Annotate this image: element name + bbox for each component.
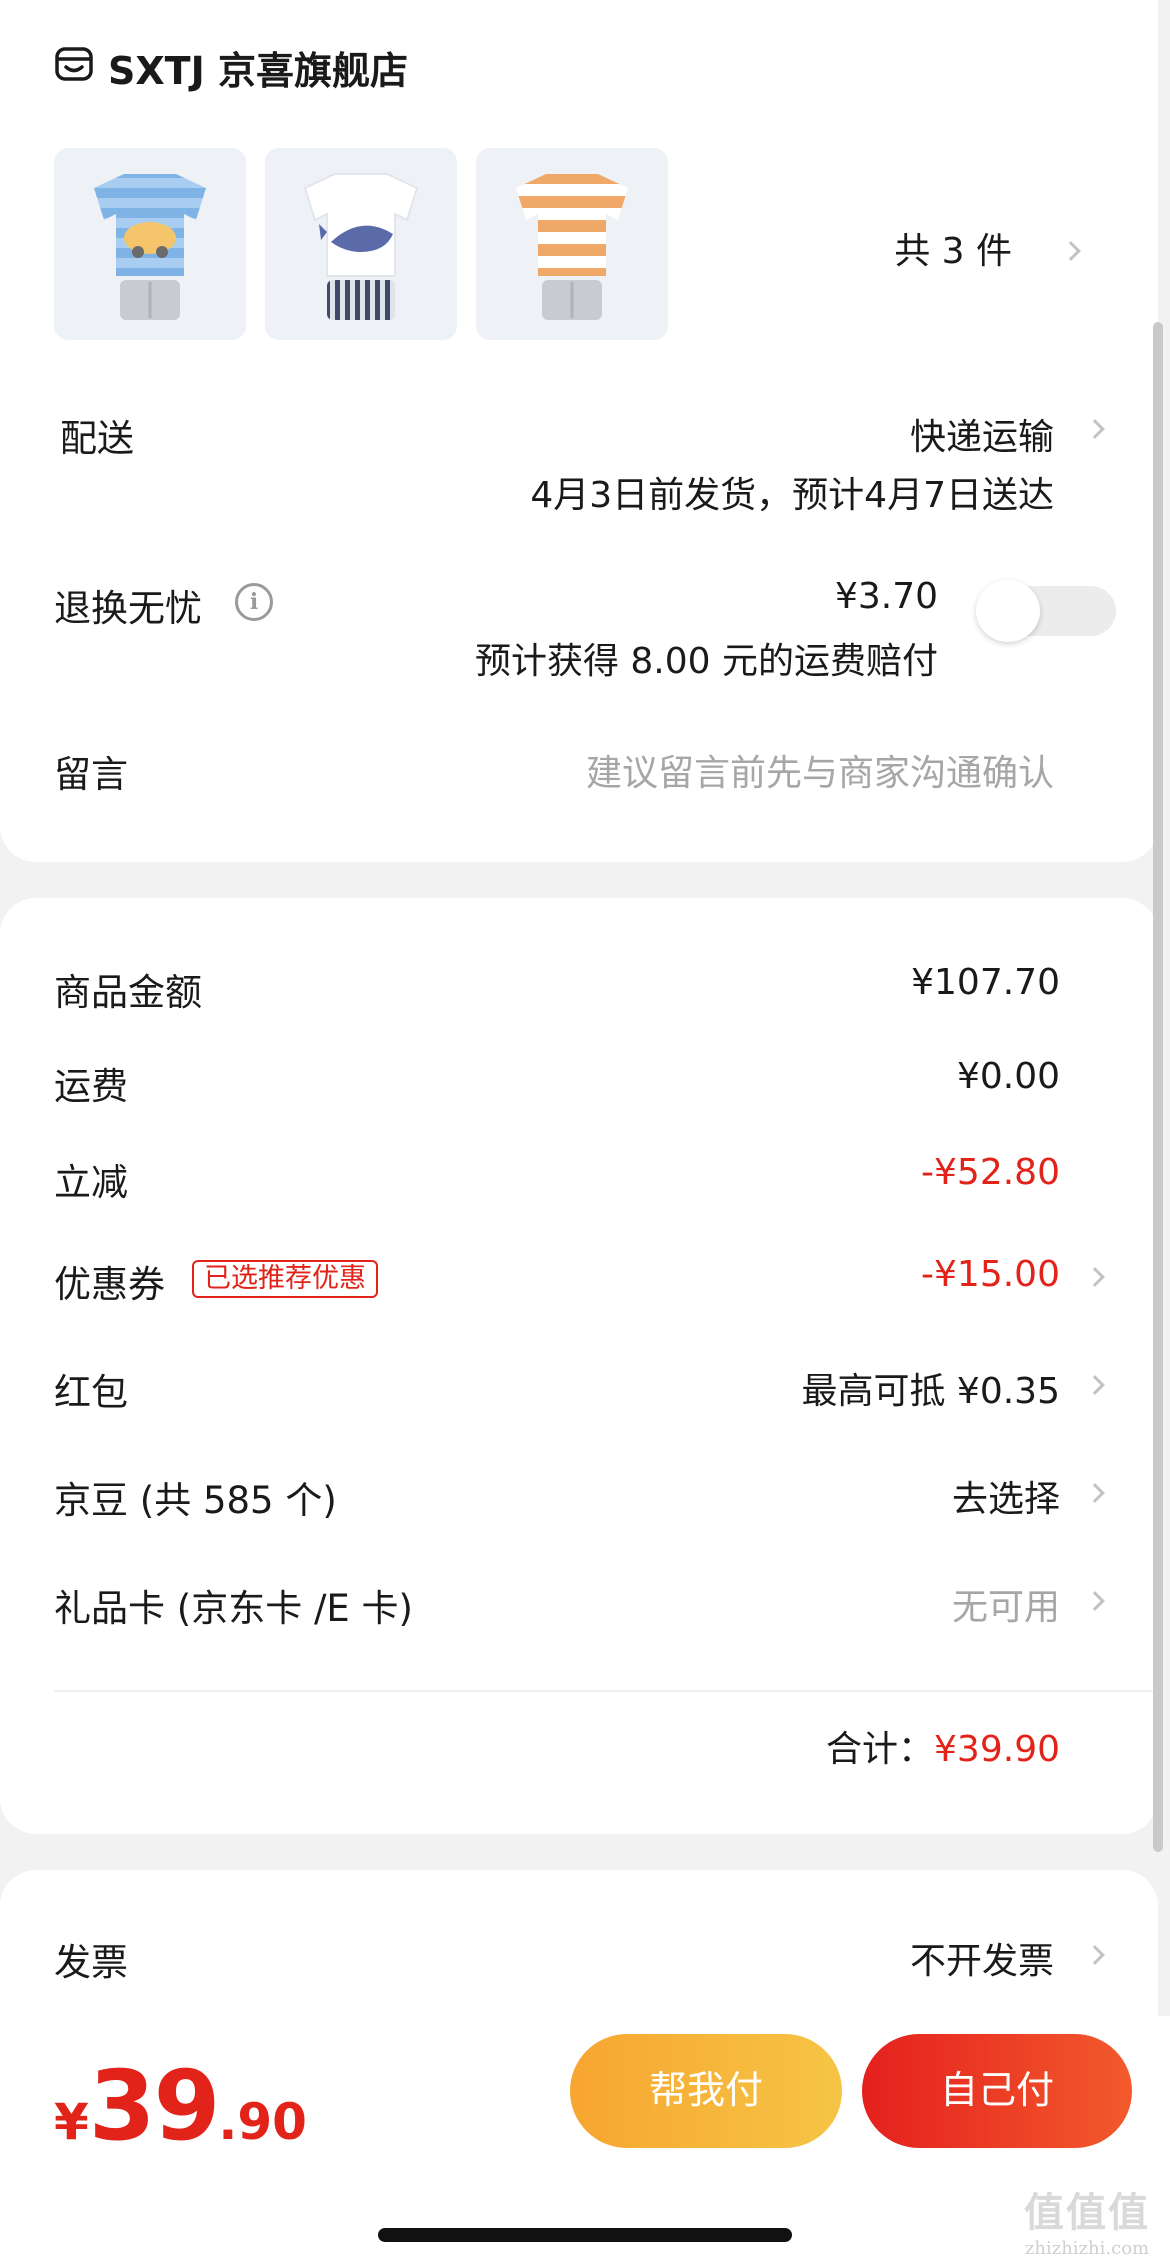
total-row: 合计：¥39.90 [826,1720,1060,1772]
message-input[interactable]: 建议留言前先与商家沟通确认 [586,744,1054,796]
shipping-value: ¥0.00 [956,1056,1060,1097]
chevron-right-icon[interactable] [1085,1375,1105,1395]
return-insurance-label: 退换无忧 [54,587,202,630]
divider [54,1690,1158,1692]
coupon-recommend-badge: 已选推荐优惠 [192,1260,378,1298]
delivery-method[interactable]: 快递运输 [910,408,1054,460]
coupon-label[interactable]: 优惠券 [54,1254,165,1308]
chevron-right-icon[interactable] [1085,1483,1105,1503]
total-label: 合计： [826,1729,935,1770]
price-integer: 39 [88,2050,221,2162]
goods-amount-label: 商品金额 [54,971,202,1014]
jingdou-value[interactable]: 去选择 [952,1470,1060,1522]
chevron-right-icon[interactable] [1085,419,1105,439]
delivery-eta: 4月3日前发货，预计4月7日送达 [530,475,1054,516]
product-thumb[interactable] [265,148,457,340]
scrollbar[interactable] [1153,322,1163,1852]
price-decimal: .90 [218,2093,307,2151]
watermark: 值值值 zhizhizhi.com [1012,2180,1162,2259]
return-insurance-desc: 预计获得 8.00 元的运费赔付 [474,641,938,682]
goods-amount-value: ¥107.70 [911,962,1060,1003]
product-thumb[interactable] [54,148,246,340]
currency-symbol: ¥ [54,2093,89,2151]
giftcard-label[interactable]: 礼品卡 (京东卡 /E 卡) [54,1578,413,1632]
info-icon[interactable]: i [235,583,273,621]
order-card: SXTJ 京喜旗舰店 共 3 件 配送 快递运输 4月3日前发货，预计4月7日送… [0,0,1158,862]
product-thumb[interactable] [476,148,668,340]
return-insurance-toggle[interactable] [976,580,1116,642]
toggle-knob [976,580,1040,642]
help-pay-button[interactable]: 帮我付 [570,2034,842,2148]
redpacket-value[interactable]: 最高可抵 ¥0.35 [801,1362,1060,1414]
total-price: ¥39.90 [54,2050,307,2162]
chevron-right-icon[interactable] [1085,1945,1105,1965]
total-value: ¥39.90 [934,1729,1060,1770]
chevron-right-icon[interactable] [1085,1591,1105,1611]
invoice-label: 发票 [54,1941,128,1984]
giftcard-value[interactable]: 无可用 [952,1578,1060,1630]
discount-value: -¥52.80 [921,1152,1060,1193]
shipping-label: 运费 [54,1065,128,1108]
chevron-right-icon[interactable] [1085,1267,1105,1287]
fees-card: 商品金额 ¥107.70 运费 ¥0.00 立减 -¥52.80 优惠券 -¥1… [0,898,1158,1834]
redpacket-label[interactable]: 红包 [54,1362,128,1416]
store-icon [55,47,93,81]
return-insurance-price: ¥3.70 [834,576,938,617]
coupon-value[interactable]: -¥15.00 [921,1254,1060,1295]
message-label: 留言 [54,753,128,796]
self-pay-button[interactable]: 自己付 [862,2034,1132,2148]
chevron-right-icon[interactable] [1061,241,1081,261]
delivery-label: 配送 [60,417,134,460]
watermark-domain: zhizhizhi.com [1024,2238,1150,2259]
item-count[interactable]: 共 3 件 [894,222,1012,274]
watermark-logo: 值值值 [1024,2189,1150,2236]
invoice-value[interactable]: 不开发票 [910,1932,1054,1984]
jingdou-label[interactable]: 京豆 (共 585 个) [54,1470,337,1524]
home-indicator [378,2228,792,2242]
discount-label: 立减 [54,1161,128,1204]
store-name[interactable]: SXTJ 京喜旗舰店 [108,40,408,95]
